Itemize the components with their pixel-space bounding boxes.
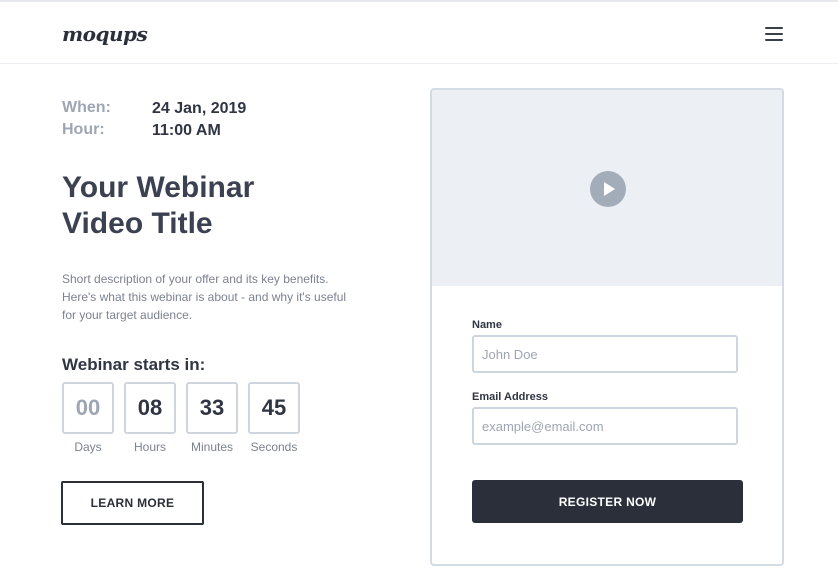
logo[interactable]: moqups — [62, 22, 148, 46]
learn-more-button[interactable]: LEARN MORE — [61, 481, 204, 525]
title-line-2: Video Title — [62, 207, 213, 240]
countdown-minutes-label: Minutes — [190, 440, 234, 454]
page-title: Your Webinar Video Title — [62, 170, 362, 242]
hamburger-menu-icon[interactable] — [763, 25, 785, 43]
menu-line — [765, 39, 783, 41]
when-value: 24 Jan, 2019 — [152, 100, 247, 117]
countdown-hours: 08 — [124, 382, 176, 434]
header: moqups — [0, 2, 838, 64]
countdown-days: 00 — [62, 382, 114, 434]
countdown-minutes: 33 — [186, 382, 238, 434]
title-line-1: Your Webinar — [62, 171, 255, 204]
countdown-hours-label: Hours — [133, 440, 166, 454]
menu-line — [765, 27, 783, 29]
hour-label: Hour: — [62, 121, 105, 138]
description: Short description of your offer and its … — [62, 272, 347, 322]
name-label: Name — [472, 319, 502, 331]
countdown-seconds-label: Seconds — [250, 440, 298, 454]
play-icon[interactable] — [590, 171, 626, 207]
email-input[interactable] — [472, 407, 738, 445]
video-player[interactable] — [432, 90, 782, 286]
registration-panel: Name Email Address REGISTER NOW — [430, 88, 784, 566]
countdown-label: Webinar starts in: — [62, 355, 206, 374]
menu-line — [765, 33, 783, 35]
email-label: Email Address — [472, 391, 549, 403]
register-now-button[interactable]: REGISTER NOW — [472, 480, 743, 523]
when-label: When: — [62, 99, 111, 116]
hour-value: 11:00 AM — [152, 122, 221, 139]
name-input[interactable] — [472, 335, 738, 373]
countdown-seconds: 45 — [248, 382, 300, 434]
countdown-days-label: Days — [74, 440, 102, 454]
